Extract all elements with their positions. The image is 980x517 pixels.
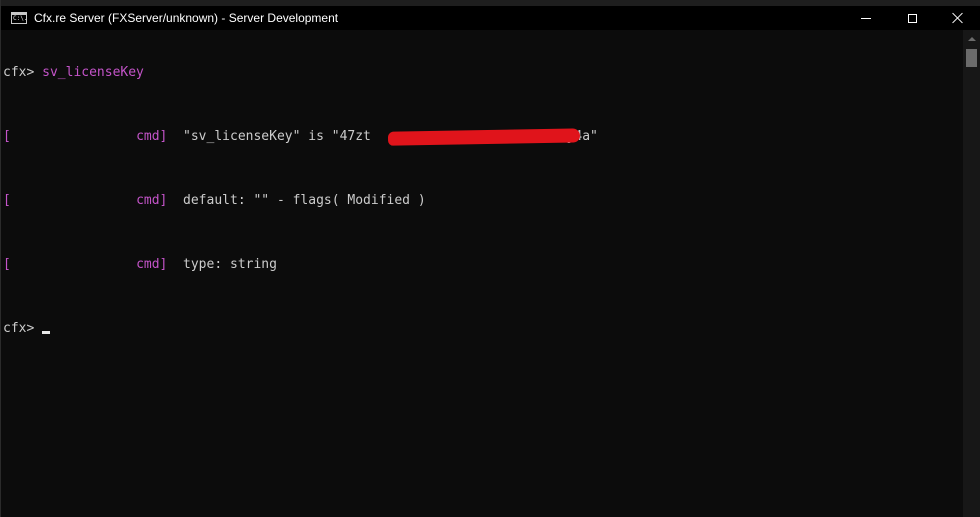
- scroll-thumb[interactable]: [966, 49, 977, 67]
- line-bracket: [: [3, 129, 11, 144]
- console-window: C:\. Cfx.re Server (FXServer/unknown) - …: [0, 0, 980, 517]
- line-tag: cmd]: [136, 257, 168, 272]
- line-tag: cmd]: [136, 193, 168, 208]
- text-cursor: [42, 331, 51, 334]
- console-line-default: [ cmd] default: "" - flags( Modified ): [3, 193, 961, 209]
- line-text: default: "" - flags( Modified ): [183, 193, 426, 208]
- maximize-button[interactable]: [889, 6, 935, 30]
- close-icon: [952, 12, 964, 24]
- scroll-up-icon[interactable]: [963, 30, 980, 47]
- console-prompt: cfx>: [3, 65, 35, 80]
- close-button[interactable]: [935, 6, 980, 30]
- vertical-scrollbar[interactable]: [963, 30, 980, 517]
- console-app-icon[interactable]: C:\.: [11, 12, 27, 24]
- window-title: Cfx.re Server (FXServer/unknown) - Serve…: [34, 11, 339, 25]
- line-text: "sv_licenseKey" is "47zt: [183, 129, 371, 144]
- console-output[interactable]: cfx> sv_licenseKey [ cmd] "sv_licenseKey…: [3, 33, 961, 517]
- line-text: type: string: [183, 257, 277, 272]
- minimize-icon: [861, 17, 871, 19]
- console-line-value: [ cmd] "sv_licenseKey" is "47zt 7j4a": [3, 128, 961, 146]
- maximize-icon: [907, 13, 917, 23]
- window-controls: [843, 6, 980, 30]
- line-bracket: [: [3, 257, 11, 272]
- app-icon-text: C:\.: [13, 15, 28, 22]
- console-line-type: [ cmd] type: string: [3, 257, 961, 273]
- console-prompt: cfx>: [3, 321, 35, 336]
- line-bracket: [: [3, 193, 11, 208]
- line-tag: cmd]: [136, 129, 168, 144]
- entered-command: sv_licenseKey: [42, 65, 144, 80]
- title-bar[interactable]: C:\. Cfx.re Server (FXServer/unknown) - …: [1, 6, 980, 30]
- minimize-button[interactable]: [843, 6, 889, 30]
- console-line-input[interactable]: cfx>: [3, 321, 961, 337]
- console-line-command: cfx> sv_licenseKey: [3, 65, 961, 81]
